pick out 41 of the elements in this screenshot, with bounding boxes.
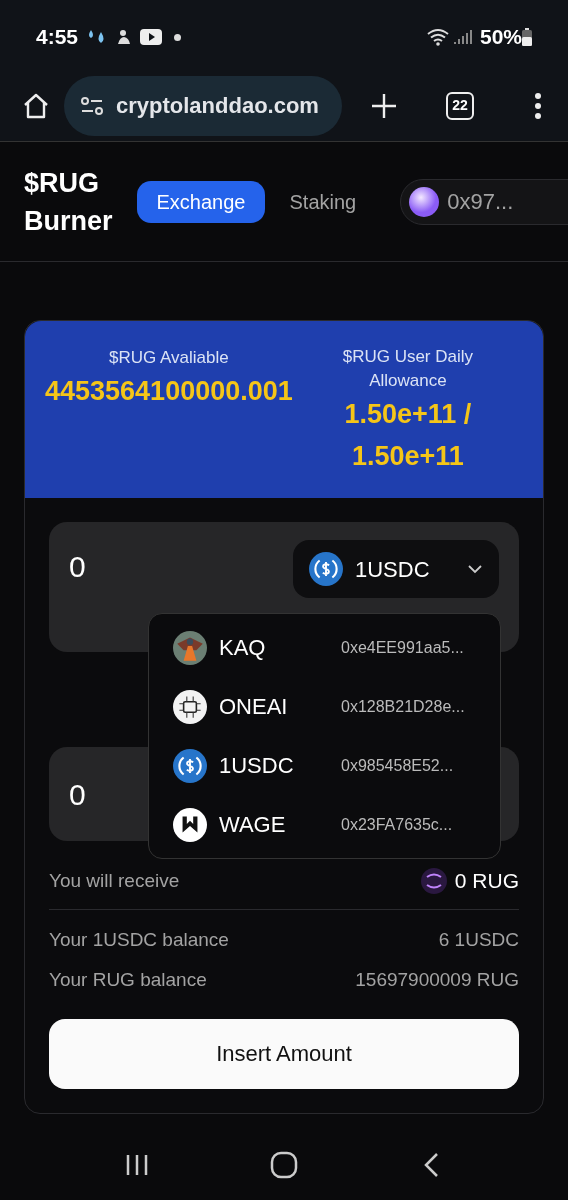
balance-value: 6 1USDC xyxy=(438,927,519,952)
balance-label: Your 1USDC balance xyxy=(49,927,229,952)
chevron-down-icon xyxy=(467,564,483,574)
chip-icon xyxy=(173,689,207,724)
notification-icon xyxy=(116,28,133,46)
balance-label: Your RUG balance xyxy=(49,968,207,992)
token-logo-icon xyxy=(420,867,447,894)
stat-value: 1.50e+11 / 1.50e+11 xyxy=(343,398,473,473)
wallet-button[interactable]: 0x97... xyxy=(400,178,568,225)
tab-count-button[interactable]: 22 xyxy=(446,91,474,120)
receive-value: 0 RUG xyxy=(454,868,519,894)
menu-icon xyxy=(534,92,542,119)
video-icon xyxy=(140,29,163,45)
app-title: $RUG Burner xyxy=(24,166,113,238)
token-option[interactable]: KAQ 0xe4EE991aa5... xyxy=(149,618,500,677)
home-nav-button[interactable] xyxy=(269,1150,299,1180)
dragon-coin-icon xyxy=(173,630,207,665)
battery-icon xyxy=(522,28,532,46)
balance-value: 15697900009 RUG xyxy=(355,968,519,992)
w-logo-icon xyxy=(173,807,207,842)
wifi-icon xyxy=(425,28,450,46)
address-bar[interactable]: cryptolanddao.com xyxy=(64,75,342,136)
stat-value: 4453564100000.001 xyxy=(45,374,293,408)
stat-label: $RUG User Daily Allowance xyxy=(341,346,475,392)
nav-tab[interactable]: Exchange xyxy=(136,180,266,223)
amount-field[interactable]: 0 xyxy=(69,544,249,589)
stat-label: $RUG Avaliable xyxy=(109,347,229,369)
insert-amount-button[interactable]: Insert Amount xyxy=(49,1018,519,1089)
url-text: cryptolanddao.com xyxy=(116,92,319,120)
site-settings-icon[interactable] xyxy=(80,95,104,116)
clock: 4:55 xyxy=(36,24,79,51)
token-option[interactable]: ONEAI 0x128B21D28e... xyxy=(149,677,500,736)
dot-icon xyxy=(174,33,182,41)
receive-label: You will receive xyxy=(49,868,180,893)
dollar-coin-icon xyxy=(309,552,343,586)
signal-icon xyxy=(453,28,472,46)
battery-percent: 50% xyxy=(479,24,522,51)
dollar-coin-icon xyxy=(173,748,207,783)
token-select[interactable]: 1USDC xyxy=(293,540,499,598)
avatar-icon xyxy=(409,186,440,217)
nav-tab[interactable]: Staking xyxy=(277,180,369,223)
